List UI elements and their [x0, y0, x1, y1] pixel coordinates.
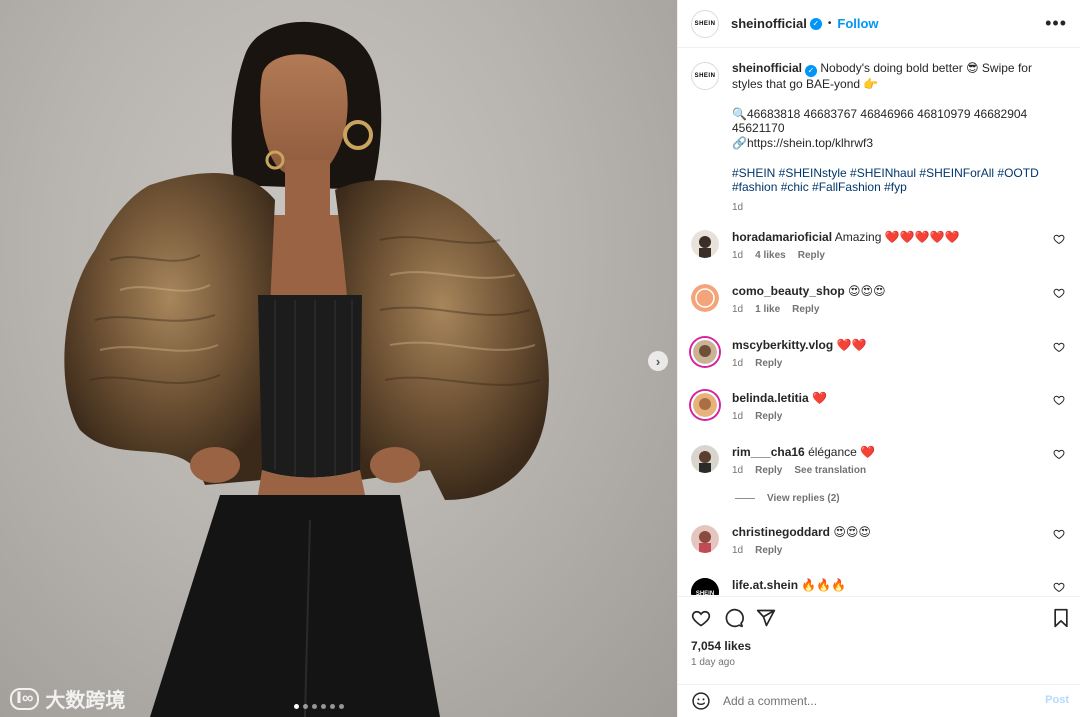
view-replies-button[interactable]: View replies (2): [735, 493, 840, 504]
bookmark-icon[interactable]: [1051, 608, 1071, 628]
comment-item: como_beauty_shop 😍😍😍 1d 1 like Reply: [691, 284, 1071, 332]
watermark: Ⅰ∞ 大数跨境: [10, 684, 125, 713]
like-comment-heart-icon[interactable]: [1053, 581, 1065, 593]
like-comment-heart-icon[interactable]: [1053, 341, 1065, 353]
like-comment-heart-icon[interactable]: [1053, 233, 1065, 245]
comment-text: élégance ❤️: [808, 445, 876, 459]
comment-avatar[interactable]: [691, 230, 719, 258]
comment-username[interactable]: belinda.letitia: [732, 391, 809, 405]
comment-username[interactable]: horadamarioficial: [732, 230, 832, 244]
carousel-dot-3: [312, 704, 317, 709]
see-translation-link[interactable]: See translation: [794, 465, 866, 476]
comment-input[interactable]: [723, 694, 1023, 708]
watermark-text: 大数跨境: [45, 690, 126, 712]
comment-avatar[interactable]: SHEIN: [691, 578, 719, 595]
comment-avatar[interactable]: [691, 284, 719, 312]
post-header: SHEIN sheinofficial ✓ • Follow •••: [678, 0, 1080, 48]
caption-username[interactable]: sheinofficial: [732, 61, 802, 75]
reply-button[interactable]: Reply: [755, 545, 782, 556]
share-send-icon[interactable]: [756, 608, 776, 628]
comment-time: 1d: [732, 465, 744, 476]
comment-username[interactable]: life.at.shein: [732, 578, 798, 592]
post-comment-button[interactable]: Post: [1045, 694, 1069, 706]
follow-button[interactable]: Follow: [837, 16, 878, 31]
header-separator: •: [827, 18, 832, 29]
comments-scroll-area[interactable]: SHEIN sheinofficial ✓ Nobody's doing bold…: [678, 49, 1080, 595]
post-media[interactable]: › Ⅰ∞ 大数跨境: [0, 0, 677, 717]
post-side-panel: SHEIN sheinofficial ✓ • Follow ••• SHEIN…: [677, 0, 1080, 717]
comment-composer: Post: [678, 684, 1080, 717]
like-comment-heart-icon[interactable]: [1053, 287, 1065, 299]
comment-item: mscyberkitty.vlog ❤️❤️ 1d Reply: [691, 338, 1071, 386]
svg-text:SHEIN: SHEIN: [696, 591, 714, 595]
account-avatar[interactable]: SHEIN: [691, 9, 719, 38]
reply-button[interactable]: Reply: [792, 304, 819, 315]
comment-item: christinegoddard 😍😍😍 1d Reply: [691, 525, 1071, 573]
comment-time: 1d: [732, 304, 744, 315]
carousel-indicator: [294, 704, 344, 709]
view-replies-line: [735, 498, 755, 499]
post-photo: [64, 21, 549, 717]
emoji-icon[interactable]: [691, 691, 711, 711]
comment-text: Amazing ❤️❤️❤️❤️❤️: [834, 230, 960, 244]
caption-hashtags[interactable]: #SHEIN #SHEINstyle #SHEINhaul #SHEINForA…: [732, 166, 1057, 195]
carousel-dot-4: [321, 704, 326, 709]
verified-badge-icon: ✓: [805, 65, 818, 78]
caption-product-codes: 🔍46683818 46683767 46846966 46810979 466…: [732, 106, 1028, 136]
comment-likes[interactable]: 1 like: [755, 304, 780, 315]
comment-avatar-story[interactable]: [691, 338, 719, 366]
next-slide-button[interactable]: ›: [648, 351, 668, 371]
likes-count[interactable]: 7,054 likes: [691, 639, 751, 653]
comment-bubble-icon[interactable]: [724, 608, 744, 628]
comment-username[interactable]: christinegoddard: [732, 525, 830, 539]
comment-item: rim___cha16 élégance ❤️ 1d Reply See tra…: [691, 445, 1071, 493]
like-heart-icon[interactable]: [691, 608, 711, 628]
carousel-dot-6: [339, 704, 344, 709]
caption-link[interactable]: 🔗https://shein.top/klhrwf3: [732, 136, 1057, 151]
reply-button[interactable]: Reply: [755, 358, 782, 369]
comment-avatar-story[interactable]: [691, 391, 719, 419]
comment-item: SHEIN life.at.shein 🔥🔥🔥: [691, 578, 1071, 595]
account-username[interactable]: sheinofficial: [731, 16, 807, 31]
caption-time: 1d: [732, 201, 744, 213]
reply-button[interactable]: Reply: [798, 250, 825, 261]
comment-time: 1d: [732, 250, 744, 261]
comment-time: 1d: [732, 358, 744, 369]
like-comment-heart-icon[interactable]: [1053, 528, 1065, 540]
comment-username[interactable]: mscyberkitty.vlog: [732, 338, 833, 352]
comment-text: ❤️: [812, 391, 827, 405]
comment-time: 1d: [732, 411, 744, 422]
reply-button[interactable]: Reply: [755, 465, 782, 476]
caption-avatar[interactable]: SHEIN: [691, 62, 719, 90]
carousel-dot-2: [303, 704, 308, 709]
comment-text: 😍😍😍: [833, 525, 871, 539]
like-comment-heart-icon[interactable]: [1053, 394, 1065, 406]
reply-button[interactable]: Reply: [755, 411, 782, 422]
comment-time: 1d: [732, 545, 744, 556]
watermark-logo: Ⅰ∞: [10, 687, 40, 710]
comment-item: belinda.letitia ❤️ 1d Reply: [691, 391, 1071, 439]
view-replies-label: View replies (2): [767, 493, 840, 504]
comment-text: ❤️❤️: [836, 338, 867, 352]
post-date: 1 day ago: [691, 657, 735, 668]
comment-avatar[interactable]: [691, 525, 719, 553]
instagram-post: › Ⅰ∞ 大数跨境 SHEIN sheinofficial ✓ • Follow…: [0, 0, 1080, 717]
carousel-dot-5: [330, 704, 335, 709]
comment-avatar[interactable]: [691, 445, 719, 473]
comment-username[interactable]: como_beauty_shop: [732, 284, 845, 298]
like-comment-heart-icon[interactable]: [1053, 448, 1065, 460]
comment-item: horadamarioficial Amazing ❤️❤️❤️❤️❤️ 1d …: [691, 230, 1071, 278]
carousel-dot-1: [294, 704, 299, 709]
comment-username[interactable]: rim___cha16: [732, 445, 805, 459]
comment-likes[interactable]: 4 likes: [755, 250, 786, 261]
more-options-icon[interactable]: •••: [1045, 14, 1067, 32]
verified-badge-icon: ✓: [809, 17, 822, 30]
chevron-right-icon: ›: [655, 353, 661, 369]
post-actions: 7,054 likes 1 day ago: [678, 596, 1080, 684]
comment-text: 🔥🔥🔥: [801, 578, 847, 592]
comment-text: 😍😍😍: [848, 284, 886, 298]
